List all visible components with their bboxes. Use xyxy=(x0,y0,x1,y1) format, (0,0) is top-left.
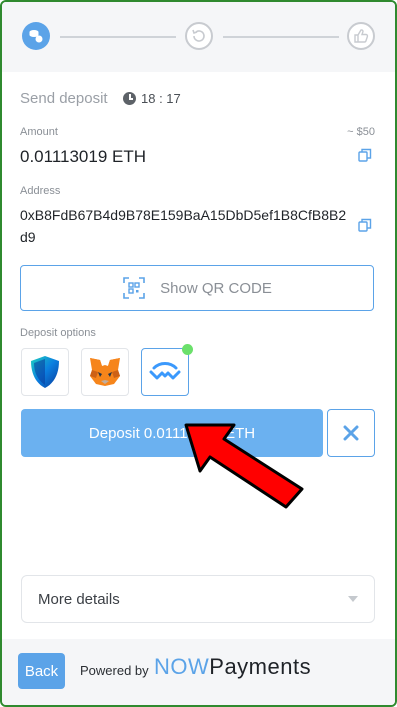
qr-code-icon xyxy=(123,277,145,299)
back-button[interactable]: Back xyxy=(18,653,65,689)
red-pointer-arrow xyxy=(184,423,304,509)
step-processing-icon xyxy=(185,22,213,50)
walletconnect-icon xyxy=(149,362,181,380)
show-qr-code-button[interactable]: Show QR CODE xyxy=(20,265,374,311)
trust-wallet-option[interactable] xyxy=(21,348,69,396)
address-label: Address xyxy=(20,185,61,197)
amount-label: Amount xyxy=(20,126,58,138)
online-status-dot xyxy=(182,344,193,355)
timer-value: 18 : 17 xyxy=(141,91,181,106)
address-value: 0xB8FdB67B4d9B78E159BaA15DbD5ef1B8CfB8B2… xyxy=(20,207,347,245)
close-icon xyxy=(343,425,359,441)
more-details-dropdown[interactable]: More details xyxy=(21,575,375,623)
metamask-fox-icon xyxy=(90,358,120,386)
brand-payments: Payments xyxy=(209,654,312,679)
footer: Back Powered by NOWPayments xyxy=(2,639,395,705)
usd-estimate: ~ $50 xyxy=(347,126,375,138)
nowpayments-logo: NOWPayments xyxy=(154,654,311,680)
countdown-timer: 18 : 17 xyxy=(123,91,181,106)
step-complete-thumbs-up-icon xyxy=(347,22,375,50)
deposit-options-label: Deposit options xyxy=(20,327,96,339)
progress-stepper xyxy=(2,2,395,72)
payment-widget: Send deposit 18 : 17 Amount ~ $50 0.0111… xyxy=(0,0,397,707)
clock-icon xyxy=(123,92,136,105)
amount-value: 0.01113019 ETH xyxy=(20,147,147,166)
copy-address-icon[interactable] xyxy=(358,218,372,232)
powered-by-label: Powered by xyxy=(80,663,149,678)
trust-wallet-shield-icon xyxy=(31,356,59,388)
metamask-option[interactable] xyxy=(81,348,129,396)
step-connector xyxy=(60,36,176,38)
chevron-down-icon xyxy=(348,596,358,602)
show-qr-code-label: Show QR CODE xyxy=(160,279,272,297)
brand-now: NOW xyxy=(154,654,210,679)
more-details-label: More details xyxy=(38,590,120,608)
send-deposit-title: Send deposit xyxy=(20,90,108,107)
cancel-button[interactable] xyxy=(327,409,375,457)
copy-amount-icon[interactable] xyxy=(358,148,372,162)
step-connector xyxy=(223,36,339,38)
walletconnect-option[interactable] xyxy=(141,344,193,396)
step-send-coins-icon xyxy=(22,22,50,50)
